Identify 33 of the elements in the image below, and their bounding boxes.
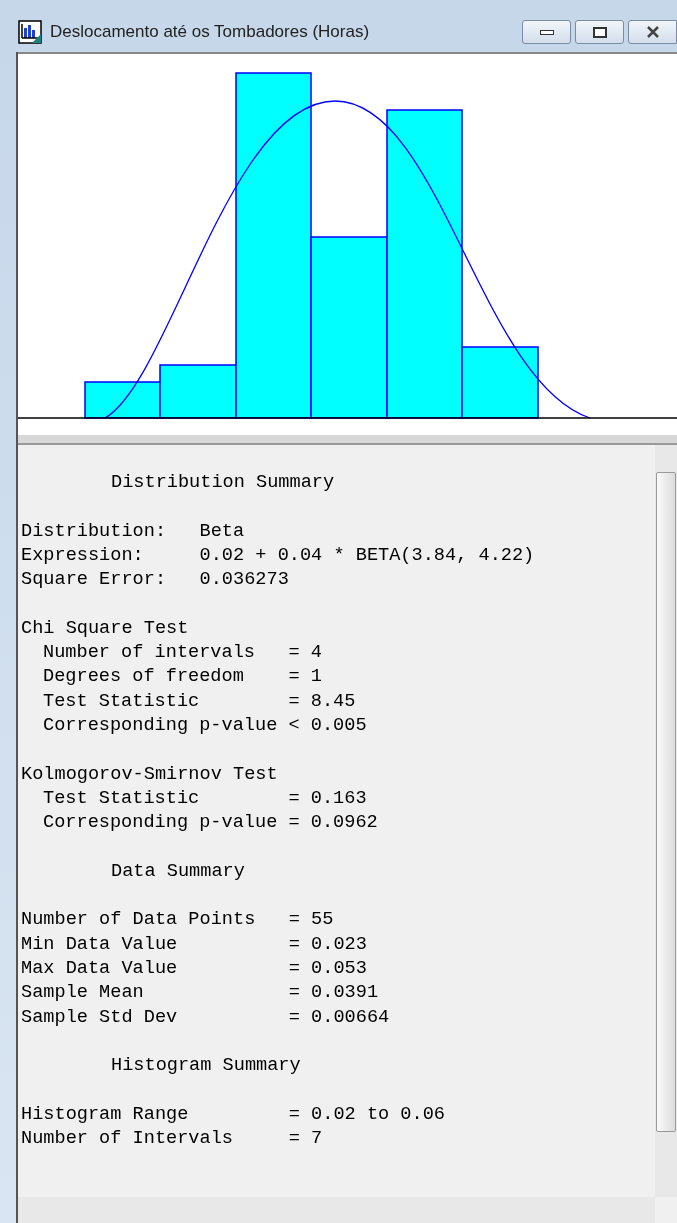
splitter-bar[interactable] bbox=[18, 435, 677, 445]
maximize-icon bbox=[592, 26, 607, 38]
report-line: Expression: 0.02 + 0.04 * BETA(3.84, 4.22) bbox=[21, 544, 535, 566]
report-line: Number of Intervals = 7 bbox=[21, 1128, 323, 1149]
report-line: Number of intervals = 4 bbox=[43, 642, 322, 664]
report-line: Square Error: 0.036273 bbox=[21, 569, 289, 591]
horizontal-scrollbar[interactable] bbox=[18, 1197, 655, 1223]
maximize-button[interactable] bbox=[575, 20, 624, 44]
report-line: Min Data Value = 0.023 bbox=[21, 933, 367, 955]
close-icon bbox=[645, 26, 660, 38]
report-line: Histogram Range = 0.02 to 0.06 bbox=[21, 1103, 445, 1125]
report-line: Number of Data Points = 55 bbox=[21, 909, 334, 931]
report-line: Degrees of freedom = 1 bbox=[43, 666, 322, 688]
minimize-button[interactable] bbox=[522, 20, 571, 44]
report-line: Kolmogorov-Smirnov Test bbox=[21, 763, 278, 785]
minimize-icon bbox=[539, 29, 554, 35]
report-line: Corresponding p-value < 0.005 bbox=[43, 714, 367, 736]
section-heading: Data Summary bbox=[111, 860, 245, 882]
section-heading: Histogram Summary bbox=[111, 1055, 301, 1077]
close-button[interactable] bbox=[628, 20, 677, 44]
report-line: Chi Square Test bbox=[21, 617, 189, 639]
report-line: Test Statistic = 0.163 bbox=[43, 787, 367, 809]
report-line: Sample Mean = 0.0391 bbox=[21, 982, 379, 1004]
window-title: Deslocamento até os Tombadores (Horas) bbox=[50, 21, 370, 44]
report-line: Max Data Value = 0.053 bbox=[21, 957, 367, 979]
report-line: Distribution: Beta bbox=[21, 520, 245, 542]
histogram-app-icon bbox=[18, 20, 42, 44]
report-line: Sample Std Dev = 0.00664 bbox=[21, 1006, 390, 1028]
section-heading: Distribution Summary bbox=[111, 472, 335, 493]
scrollbar-thumb[interactable] bbox=[656, 472, 676, 1132]
report-line: Corresponding p-value = 0.0962 bbox=[43, 812, 378, 834]
vertical-scrollbar[interactable] bbox=[655, 445, 677, 1197]
report-line: Test Statistic = 8.45 bbox=[43, 690, 356, 712]
